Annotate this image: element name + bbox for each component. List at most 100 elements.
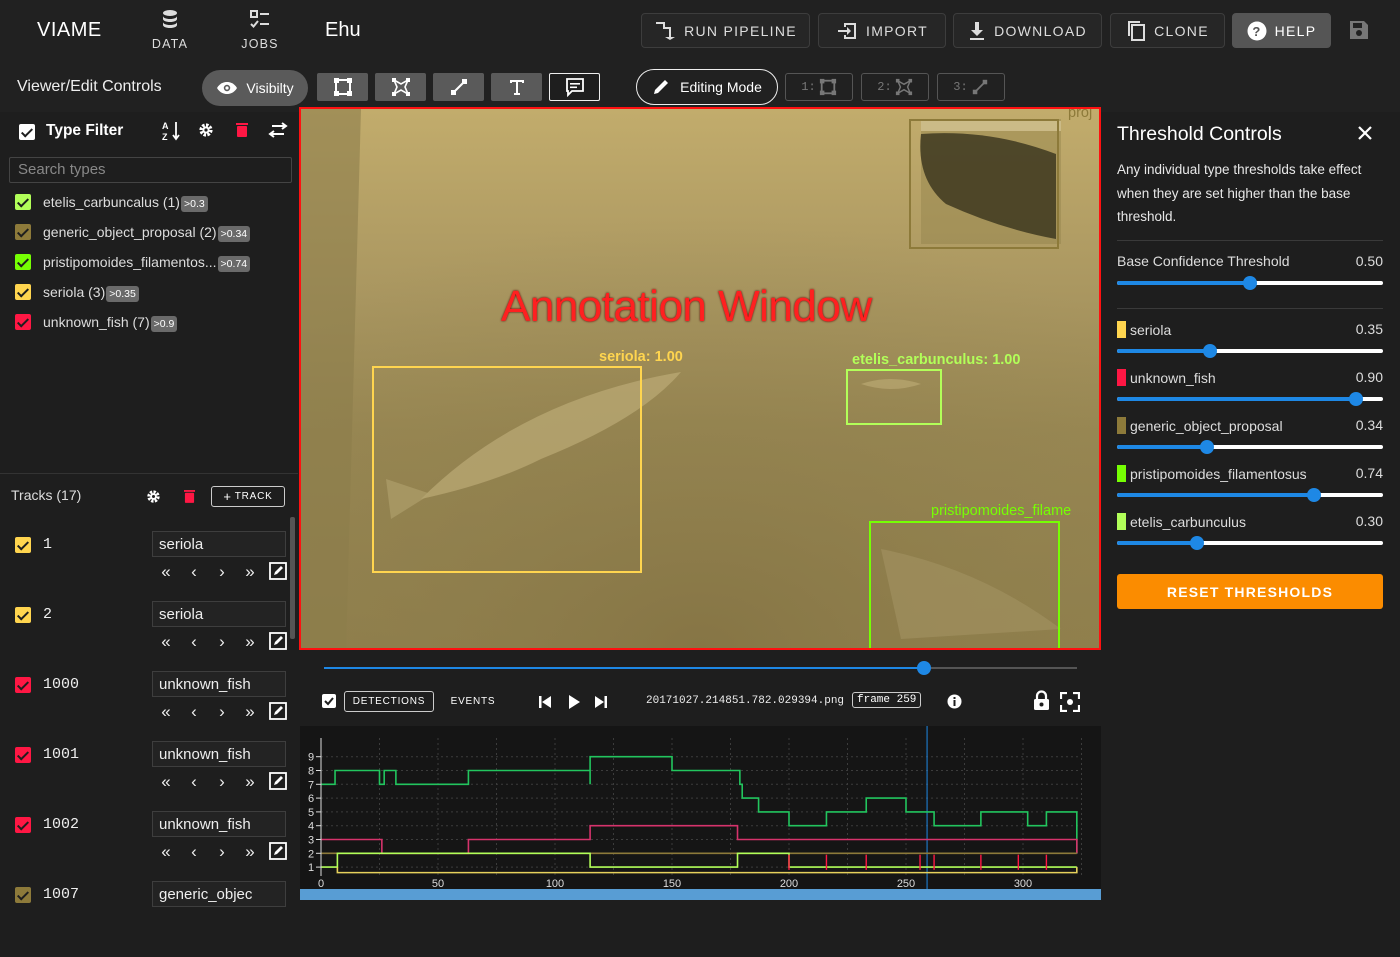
download-button[interactable]: DOWNLOAD (953, 13, 1102, 48)
mode-2-button[interactable]: 2: (861, 73, 929, 101)
first-frame-icon[interactable]: « (152, 772, 180, 795)
next-icon[interactable]: › (208, 772, 236, 795)
detection-timeline-chart[interactable]: 9 87 6 5 4 32 1 0 50 100 150 200 250 300 (300, 726, 1101, 900)
detection-box-seriola[interactable] (372, 366, 642, 573)
track-row[interactable]: 1001 unknown_fish «‹ ›» (15, 741, 290, 817)
sort-icon[interactable]: AZ (162, 120, 182, 147)
first-frame-icon[interactable]: « (152, 702, 180, 725)
next-frame-icon[interactable] (594, 695, 608, 714)
previous-icon[interactable]: ‹ (180, 772, 208, 795)
edit-icon[interactable] (264, 562, 292, 585)
search-types-input[interactable]: Search types (9, 157, 292, 183)
type-threshold-slider[interactable]: etelis_carbunculus 0.30 (1117, 513, 1383, 550)
slider-handle[interactable] (1200, 440, 1215, 454)
detection-box-etelis[interactable] (846, 369, 942, 425)
type-threshold-slider[interactable]: generic_object_proposal 0.34 (1117, 417, 1383, 454)
save-icon[interactable] (1349, 20, 1369, 45)
swap-icon[interactable] (268, 122, 288, 143)
detection-box-generic-object[interactable] (909, 119, 1059, 249)
base-threshold-slider[interactable]: Base Confidence Threshold 0.50 (1117, 253, 1383, 290)
next-icon[interactable]: › (208, 702, 236, 725)
reset-thresholds-button[interactable]: RESET THRESHOLDS (1117, 574, 1383, 609)
track-type-select[interactable]: unknown_fish (152, 671, 286, 697)
track-checkbox[interactable] (15, 817, 31, 833)
slider-handle[interactable] (1243, 276, 1257, 290)
close-icon[interactable] (1357, 125, 1373, 146)
last-frame-icon[interactable]: » (236, 842, 264, 865)
first-frame-icon[interactable]: « (152, 842, 180, 865)
run-pipeline-button[interactable]: RUN PIPELINE (641, 13, 810, 48)
select-all-types-checkbox[interactable] (19, 124, 35, 145)
type-settings-gear-icon[interactable] (198, 122, 214, 143)
type-threshold-slider[interactable]: seriola 0.35 (1117, 321, 1383, 358)
timeline-toggle-checkbox[interactable] (322, 694, 336, 708)
type-checkbox[interactable] (15, 194, 31, 210)
first-frame-icon[interactable]: « (152, 632, 180, 655)
add-track-button[interactable]: + TRACK (211, 486, 285, 507)
track-row[interactable]: 1007 generic_objec (15, 881, 290, 957)
track-row[interactable]: 2 seriola «‹ ›» (15, 601, 292, 677)
scrubber-handle[interactable] (917, 661, 931, 675)
track-type-select[interactable]: unknown_fish (152, 741, 286, 767)
last-frame-icon[interactable]: » (236, 562, 264, 585)
last-frame-icon[interactable]: » (236, 632, 264, 655)
nav-data[interactable]: DATA (140, 9, 200, 51)
previous-icon[interactable]: ‹ (180, 702, 208, 725)
polygon-tool-button[interactable] (375, 73, 426, 101)
previous-frame-icon[interactable] (538, 695, 552, 714)
track-checkbox[interactable] (15, 747, 31, 763)
track-checkbox[interactable] (15, 537, 31, 553)
type-checkbox[interactable] (15, 254, 31, 270)
clone-button[interactable]: CLONE (1110, 13, 1225, 48)
help-button[interactable]: ? HELP (1232, 13, 1331, 48)
edit-icon[interactable] (264, 632, 292, 655)
delete-tracks-trash-icon[interactable] (184, 489, 195, 508)
track-row[interactable]: 1002 unknown_fish «‹ ›» (15, 811, 292, 887)
fit-screen-icon[interactable] (1059, 691, 1081, 717)
track-type-select[interactable]: unknown_fish (152, 811, 286, 837)
track-checkbox[interactable] (15, 887, 31, 903)
type-checkbox[interactable] (15, 314, 31, 330)
track-checkbox[interactable] (15, 677, 31, 693)
type-item-generic[interactable]: generic_object_proposal (2) >0.34 (15, 221, 251, 243)
type-checkbox[interactable] (15, 284, 31, 300)
type-item-seriola[interactable]: seriola (3) >0.35 (15, 281, 139, 303)
text-tool-button[interactable] (491, 73, 542, 101)
nav-jobs[interactable]: JOBS (230, 9, 290, 51)
editing-mode-toggle[interactable]: Editing Mode (636, 69, 778, 105)
mode-1-button[interactable]: 1: (785, 73, 853, 101)
slider-handle[interactable] (1306, 488, 1321, 502)
edit-icon[interactable] (264, 702, 292, 725)
edit-icon[interactable] (264, 842, 292, 865)
type-threshold-slider[interactable]: pristipomoides_filamentosus 0.74 (1117, 465, 1383, 502)
play-icon[interactable] (567, 695, 581, 714)
next-icon[interactable]: › (208, 632, 236, 655)
type-threshold-slider[interactable]: unknown_fish 0.90 (1117, 369, 1383, 406)
previous-icon[interactable]: ‹ (180, 632, 208, 655)
app-brand[interactable]: VIAME (37, 19, 102, 42)
slider-handle[interactable] (1349, 392, 1364, 406)
next-icon[interactable]: › (208, 562, 236, 585)
detection-box-pristipomoides[interactable] (869, 521, 1060, 648)
slider-handle[interactable] (1189, 536, 1204, 550)
track-row[interactable]: 1000 unknown_fish «‹ ›» (15, 671, 292, 747)
slider-handle[interactable] (1203, 344, 1218, 358)
events-tab[interactable]: EVENTS (444, 691, 502, 712)
type-item-etelis[interactable]: etelis_carbuncalus (1) >0.3 (15, 191, 208, 213)
lock-icon[interactable] (1033, 690, 1050, 716)
track-type-select[interactable]: generic_objec (152, 881, 286, 907)
type-item-pristipomoides[interactable]: pristipomoides_filamentos... >0.74 (15, 251, 251, 273)
visibility-toggle[interactable]: Visibilty (202, 70, 308, 106)
info-icon[interactable] (947, 694, 962, 714)
track-settings-gear-icon[interactable] (146, 489, 161, 509)
track-type-select[interactable]: seriola (152, 531, 286, 557)
next-icon[interactable]: › (208, 842, 236, 865)
last-frame-icon[interactable]: » (236, 702, 264, 725)
track-type-select[interactable]: seriola (152, 601, 286, 627)
annotation-window[interactable]: Annotation Window seriola: 1.00 etelis_c… (299, 107, 1101, 650)
import-button[interactable]: IMPORT (818, 13, 946, 48)
mode-3-button[interactable]: 3: (937, 73, 1005, 101)
type-item-unknown-fish[interactable]: unknown_fish (7) >0.9 (15, 311, 178, 333)
track-checkbox[interactable] (15, 607, 31, 623)
detections-tab[interactable]: DETECTIONS (344, 691, 434, 712)
